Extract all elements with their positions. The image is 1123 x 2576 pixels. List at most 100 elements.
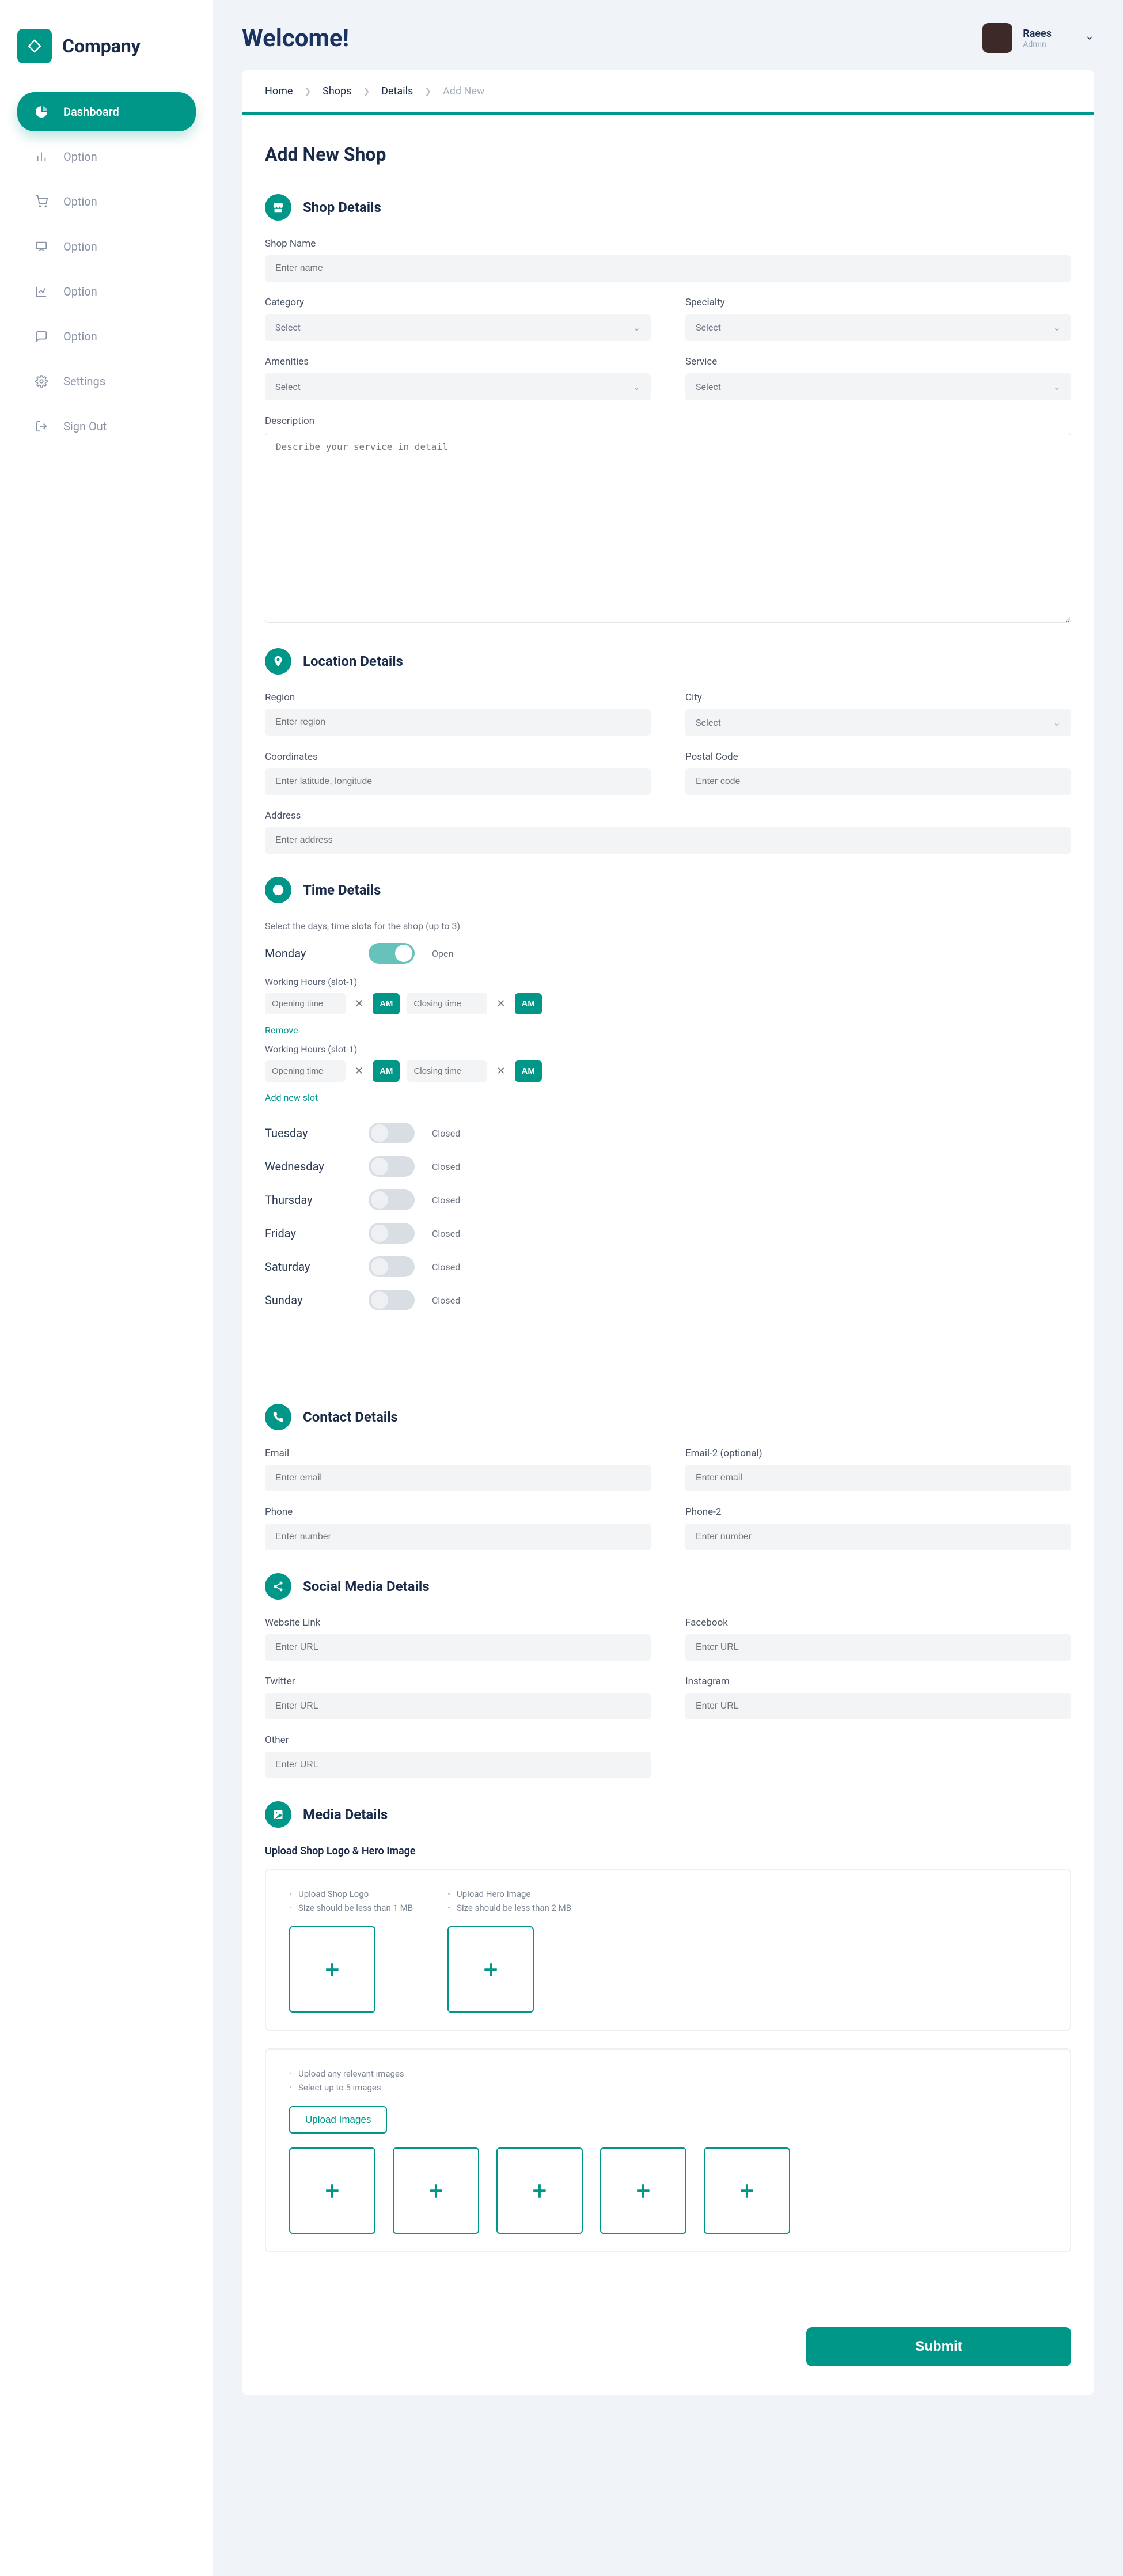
section-title: Contact Details <box>303 1409 398 1425</box>
brand: Company <box>17 29 196 63</box>
email-label: Email <box>265 1448 651 1459</box>
nav-label: Option <box>63 195 97 209</box>
email2-input[interactable] <box>685 1465 1071 1491</box>
description-label: Description <box>265 415 1071 427</box>
email-input[interactable] <box>265 1465 651 1491</box>
instagram-input[interactable] <box>685 1693 1071 1719</box>
gallery-tile[interactable]: + <box>496 2147 583 2234</box>
ampm-toggle[interactable]: AM <box>373 993 400 1014</box>
breadcrumb-item[interactable]: Details <box>381 85 413 97</box>
coordinates-label: Coordinates <box>265 751 651 763</box>
user-menu[interactable]: Raees Admin <box>982 23 1094 53</box>
switch-state: Closed <box>432 1195 460 1206</box>
slot-label: Working Hours (slot-1) <box>265 1044 1071 1055</box>
ampm-toggle[interactable]: AM <box>373 1060 400 1082</box>
website-input[interactable] <box>265 1634 651 1661</box>
brand-icon <box>17 29 52 63</box>
day-saturday: Saturday Closed <box>265 1256 1071 1277</box>
day-toggle[interactable] <box>369 1256 415 1277</box>
shop-icon <box>265 194 291 221</box>
phone-input[interactable] <box>265 1524 651 1550</box>
slot-label: Working Hours (slot-1) <box>265 976 1071 987</box>
nav-signout[interactable]: Sign Out <box>17 407 196 446</box>
breadcrumb-item[interactable]: Shops <box>323 85 351 97</box>
day-label: Thursday <box>265 1193 351 1207</box>
gallery-tile[interactable]: + <box>393 2147 479 2234</box>
remove-slot-link[interactable]: Remove <box>265 1025 298 1036</box>
nav-option-2[interactable]: Option <box>17 182 196 221</box>
chevron-down-icon <box>1085 33 1094 43</box>
gallery-tile[interactable]: + <box>289 2147 375 2234</box>
day-toggle[interactable] <box>369 1290 415 1310</box>
media-heading: Upload Shop Logo & Hero Image <box>265 1845 1071 1857</box>
breadcrumb: Home ❯ Shops ❯ Details ❯ Add New <box>242 70 1094 115</box>
closing-time-input[interactable] <box>407 1060 487 1082</box>
clear-icon[interactable]: ✕ <box>494 1065 507 1077</box>
day-toggle[interactable] <box>369 943 415 964</box>
day-friday: Friday Closed <box>265 1223 1071 1244</box>
submit-button[interactable]: Submit <box>806 2327 1071 2366</box>
specialty-select[interactable]: Select ⌄ <box>685 314 1071 341</box>
nav-label: Option <box>63 329 97 343</box>
nav-option-5[interactable]: Option <box>17 317 196 356</box>
category-select[interactable]: Select ⌄ <box>265 314 651 341</box>
gallery-upload-box: Upload any relevant images Select up to … <box>265 2048 1071 2252</box>
plus-icon: + <box>325 2176 340 2206</box>
ampm-toggle[interactable]: AM <box>515 1060 542 1082</box>
description-textarea[interactable] <box>265 433 1071 623</box>
day-label: Monday <box>265 946 351 960</box>
select-value: Select <box>696 322 721 333</box>
opening-time-input[interactable] <box>265 993 346 1014</box>
facebook-input[interactable] <box>685 1634 1071 1661</box>
user-name: Raees <box>1023 28 1052 40</box>
day-toggle[interactable] <box>369 1156 415 1177</box>
nav-option-1[interactable]: Option <box>17 137 196 176</box>
closing-time-input[interactable] <box>407 993 487 1014</box>
add-slot-link[interactable]: Add new slot <box>265 1092 318 1103</box>
opening-time-input[interactable] <box>265 1060 346 1082</box>
upload-logo-tile[interactable]: + <box>289 1926 375 2013</box>
gallery-tile[interactable]: + <box>600 2147 686 2234</box>
main: Welcome! Raees Admin Home ❯ Shops ❯ Deta… <box>213 0 1123 2576</box>
breadcrumb-item[interactable]: Home <box>265 85 293 97</box>
day-label: Saturday <box>265 1260 351 1274</box>
nav-label: Option <box>63 150 97 164</box>
phone2-input[interactable] <box>685 1524 1071 1550</box>
nav-option-3[interactable]: Option <box>17 227 196 266</box>
day-toggle[interactable] <box>369 1123 415 1143</box>
select-value: Select <box>275 381 301 392</box>
clear-icon[interactable]: ✕ <box>494 998 507 1010</box>
section-title: Media Details <box>303 1806 388 1823</box>
coordinates-input[interactable] <box>265 768 651 795</box>
address-input[interactable] <box>265 827 1071 854</box>
amenities-select[interactable]: Select ⌄ <box>265 373 651 400</box>
select-value: Select <box>696 381 721 392</box>
nav-option-4[interactable]: Option <box>17 272 196 311</box>
clear-icon[interactable]: ✕ <box>352 998 366 1010</box>
region-input[interactable] <box>265 709 651 736</box>
shop-name-input[interactable] <box>265 255 1071 282</box>
nav-label: Dashboard <box>63 105 119 119</box>
nav-settings[interactable]: Settings <box>17 362 196 401</box>
email2-label: Email-2 (optional) <box>685 1448 1071 1459</box>
postal-input[interactable] <box>685 768 1071 795</box>
pin-icon <box>265 648 291 675</box>
upload-images-button[interactable]: Upload Images <box>289 2106 387 2134</box>
day-sunday: Sunday Closed <box>265 1290 1071 1310</box>
plus-icon: + <box>636 2176 651 2206</box>
twitter-input[interactable] <box>265 1693 651 1719</box>
message-icon <box>33 328 50 344</box>
chevron-down-icon: ⌄ <box>1053 381 1061 392</box>
gallery-tile[interactable]: + <box>704 2147 790 2234</box>
day-toggle[interactable] <box>369 1223 415 1244</box>
time-hint: Select the days, time slots for the shop… <box>265 920 1071 931</box>
upload-hero-tile[interactable]: + <box>447 1926 534 2013</box>
clock-icon <box>265 877 291 903</box>
day-toggle[interactable] <box>369 1189 415 1210</box>
city-select[interactable]: Select ⌄ <box>685 709 1071 736</box>
clear-icon[interactable]: ✕ <box>352 1065 366 1077</box>
nav-dashboard[interactable]: Dashboard <box>17 92 196 131</box>
ampm-toggle[interactable]: AM <box>515 993 542 1014</box>
service-select[interactable]: Select ⌄ <box>685 373 1071 400</box>
other-input[interactable] <box>265 1752 651 1778</box>
